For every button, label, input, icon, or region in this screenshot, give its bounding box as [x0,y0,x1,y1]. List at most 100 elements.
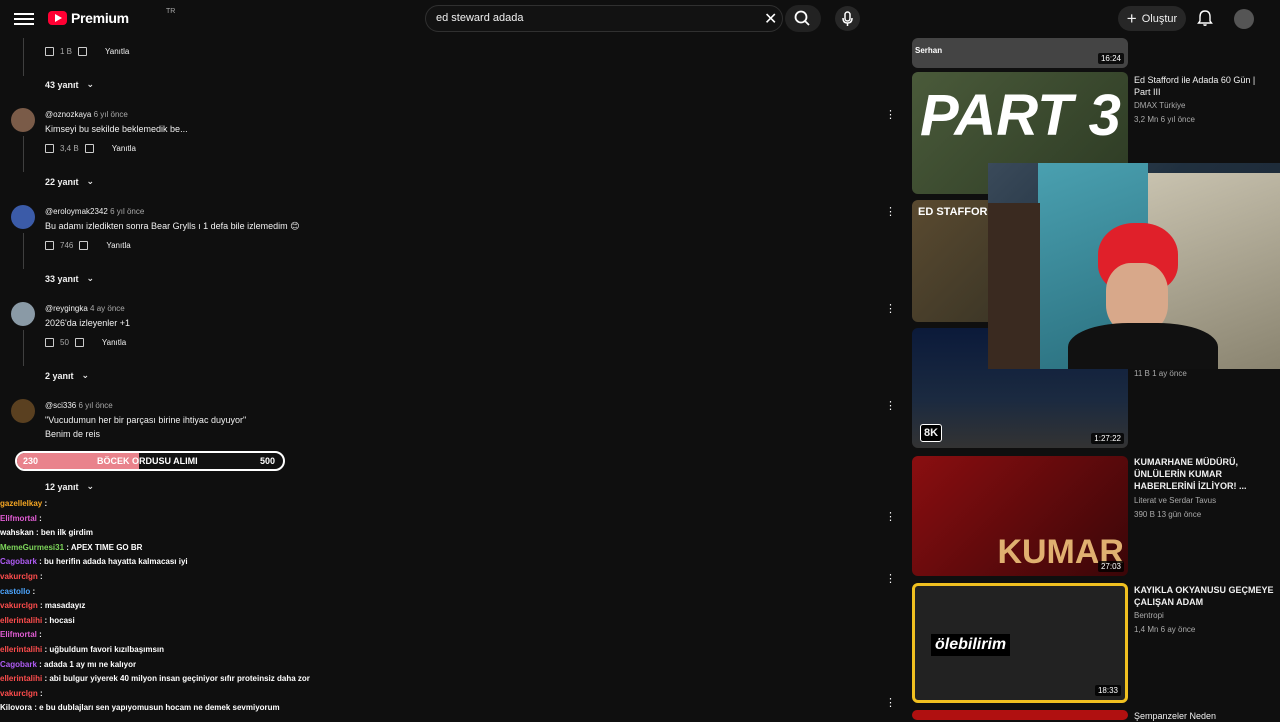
chat-text: : uğbuldum favori kızılbaşımsın [44,644,165,654]
more-options-icon[interactable]: ⋮ [885,572,896,585]
thumbnail-text: Serhan [915,46,943,55]
chat-username[interactable]: ellerintalihi [0,645,42,654]
more-options-icon[interactable]: ⋮ [885,696,896,709]
mic-icon [842,11,853,26]
video-duration: 1:27:22 [1091,433,1124,444]
dislike-icon[interactable] [78,47,88,56]
comment-meta: @reygingka 4 ay önce [45,304,125,313]
reply-button[interactable]: Yanıtla [105,47,129,56]
chat-username[interactable]: Elifmortal [0,514,37,523]
video-thumbnail[interactable]: KUMAR 27:03 [912,456,1128,576]
reply-button[interactable]: Yanıtla [106,241,130,250]
dislike-icon[interactable] [74,338,84,347]
comment-time[interactable]: 6 yıl önce [110,207,144,216]
more-options-icon[interactable]: ⋮ [885,302,896,315]
channel-name[interactable]: Bentropi [1134,611,1164,620]
chat-username[interactable]: Kilovora [0,703,32,712]
like-icon[interactable] [45,144,54,153]
chat-username[interactable]: castollo [0,587,30,596]
chat-text: : ben ilk girdim [36,528,93,538]
chat-message: gazellelkay : [0,497,340,512]
thread-line [23,330,24,366]
comment-time[interactable]: 4 ay önce [90,304,125,313]
more-options-icon[interactable]: ⋮ [885,510,896,523]
replies-toggle[interactable]: 12 yanıt ⌄ [45,481,94,492]
search-button[interactable] [785,5,821,32]
chat-username[interactable]: vakurclgn [0,601,38,610]
reply-button[interactable]: Yanıtla [112,144,136,153]
replies-toggle[interactable]: 43 yanıt ⌄ [45,79,94,90]
dislike-icon[interactable] [79,241,89,250]
chat-username[interactable]: Cagobark [0,660,37,669]
avatar[interactable] [11,399,35,423]
chat-message: vakurclgn : [0,570,340,585]
streamer-shirt [1068,323,1218,369]
comment-text: Kimseyi bu sekilde beklemedik be... [45,124,188,134]
reply-button[interactable]: Yanıtla [102,338,126,347]
like-icon[interactable] [45,47,54,56]
avatar[interactable] [11,302,35,326]
chevron-down-icon: ⌄ [81,370,90,380]
chat-username[interactable]: vakurclgn [0,689,38,698]
thread-line [23,136,24,172]
thread-line [23,38,24,76]
mic-button[interactable] [835,6,860,31]
channel-name[interactable]: DMAX Türkiye [1134,101,1185,110]
thread-line [23,233,24,269]
replies-toggle[interactable]: 2 yanıt ⌄ [45,370,89,381]
chat-username[interactable]: Cagobark [0,557,37,566]
dislike-icon[interactable] [84,144,94,153]
comment-author[interactable]: @sci336 [45,401,76,410]
bell-icon[interactable] [1196,9,1214,27]
video-thumbnail[interactable] [912,710,1128,720]
menu-icon[interactable] [14,10,34,28]
like-icon[interactable] [45,338,54,347]
video-title[interactable]: Ed Stafford ile Adada 60 Gün | Part III [1134,74,1274,98]
video-thumbnail[interactable]: ölebilirim 18:33 [912,583,1128,703]
comment-actions: 3,4 B Yanıtla [45,144,136,153]
comment-time[interactable]: 6 yıl önce [94,110,128,119]
more-options-icon[interactable]: ⋮ [885,399,896,412]
search-box[interactable]: ed steward adada ✕ [425,5,783,32]
chat-username[interactable]: vakurclgn [0,572,38,581]
more-options-icon[interactable]: ⋮ [885,108,896,121]
avatar[interactable] [11,108,35,132]
goal-progress-bar: 230 BÖCEK ORDUSU ALIMI 500 [15,451,285,471]
search-icon [794,10,810,26]
video-title[interactable]: Şempanzeler Neden [1134,710,1274,722]
replies-toggle[interactable]: 33 yanıt ⌄ [45,273,94,284]
avatar[interactable] [11,205,35,229]
close-icon[interactable]: ✕ [764,9,777,29]
channel-name[interactable]: Literat ve Serdar Tavus [1134,496,1216,505]
create-label: Oluştur [1141,12,1178,25]
replies-count: 2 yanıt [45,370,74,381]
chat-text: : adada 1 ay mı ne kalıyor [39,659,137,669]
chat-username[interactable]: wahskan [0,528,34,537]
chat-text: : bu herifin adada hayatta kalmacası iyi [39,557,188,567]
like-count: 3,4 B [60,144,79,153]
progress-current: 230 [23,456,39,466]
avatar[interactable] [1234,9,1254,29]
create-button[interactable]: + Oluştur [1118,6,1186,31]
like-icon[interactable] [45,241,54,250]
like-count: 50 [60,338,69,347]
video-stats: 11 B 1 ay önce [1134,369,1187,378]
comment-time[interactable]: 6 yıl önce [78,401,112,410]
youtube-logo[interactable]: Premium TR [48,8,175,26]
replies-toggle[interactable]: 22 yanıt ⌄ [45,176,94,187]
chat-username[interactable]: MemeGurmesi31 [0,543,64,552]
comment-actions: 1 B Yanıtla [45,47,129,56]
video-title[interactable]: KUMARHANE MÜDÜRÜ, ÜNLÜLERİN KUMAR HABERL… [1134,456,1274,492]
video-thumbnail[interactable]: Serhan 16:24 [912,38,1128,68]
chat-username[interactable]: Elifmortal [0,630,37,639]
chat-username[interactable]: ellerintalihi [0,674,42,683]
more-options-icon[interactable]: ⋮ [885,205,896,218]
comment-author[interactable]: @reygingka [45,304,88,313]
chat-username[interactable]: gazellelkay [0,499,42,508]
search-input[interactable]: ed steward adada [436,12,523,24]
video-title[interactable]: KAYIKLA OKYANUSU GEÇMEYE ÇALIŞAN ADAM [1134,584,1274,608]
comment-author[interactable]: @eroloymak2342 [45,207,108,216]
chat-username[interactable]: ellerintalihi [0,616,42,625]
comment-author[interactable]: @oznozkaya [45,110,91,119]
like-count: 746 [60,241,74,250]
